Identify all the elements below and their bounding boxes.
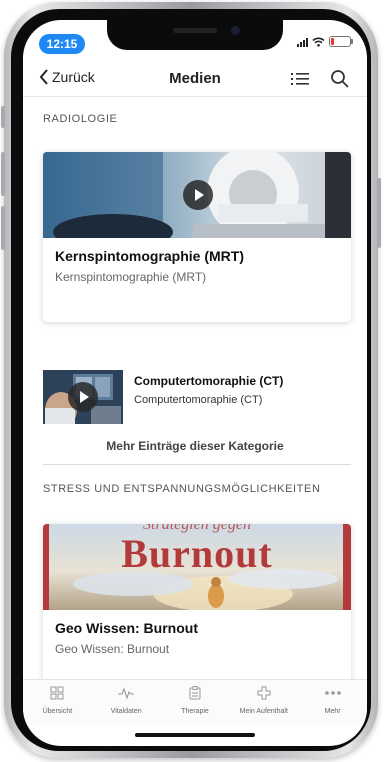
play-icon[interactable]: [68, 382, 98, 412]
tab-label: Vitaldaten: [110, 708, 142, 715]
volume-up-button: [1, 152, 5, 196]
section-title-stress: STRESS UND ENTSPANNUNGSMÖGLICHKEITEN: [43, 483, 321, 495]
page-title: Medien: [169, 70, 221, 87]
tab-label: Mehr: [324, 708, 341, 715]
tab-label: Therapie: [181, 708, 209, 715]
speaker-grille: [173, 28, 217, 33]
battery-icon: [329, 36, 353, 47]
card-subtitle: Kernspintomographie (MRT): [55, 270, 207, 284]
media-card-mrt[interactable]: Kernspintomographie (MRT) Kernspintomogr…: [43, 152, 351, 322]
list-icon[interactable]: [289, 68, 311, 90]
media-card-burnout[interactable]: Strategien gegen Burnout Geo Wissen: Bur…: [43, 524, 351, 679]
front-camera: [231, 26, 240, 35]
tab-my-stay[interactable]: Mein Aufenthalt: [229, 680, 298, 725]
wifi-icon: [312, 37, 325, 47]
signal-icon: [297, 37, 308, 47]
card-title: Kernspintomographie (MRT): [55, 248, 244, 264]
notch: [107, 20, 283, 50]
media-item-ct[interactable]: Computertomoraphie (CT) Computertomoraph…: [43, 370, 351, 424]
search-icon[interactable]: [329, 68, 351, 90]
medical-cross-icon: [257, 686, 271, 700]
play-icon[interactable]: [183, 180, 213, 210]
tab-label: Übersicht: [42, 708, 73, 715]
ct-thumbnail: [43, 370, 123, 424]
list-item-title: Computertomoraphie (CT): [134, 374, 284, 388]
tab-vitals[interactable]: Vitaldaten: [92, 680, 161, 725]
list-item-subtitle: Computertomoraphie (CT): [134, 394, 263, 406]
card-title: Geo Wissen: Burnout: [55, 620, 198, 636]
mrt-thumbnail: [43, 152, 351, 238]
volume-down-button: [1, 206, 5, 250]
status-time: 12:15: [39, 34, 85, 54]
tab-more[interactable]: Mehr: [298, 680, 367, 725]
burnout-thumbnail: Strategien gegen Burnout: [43, 524, 351, 610]
clipboard-icon: [189, 686, 201, 700]
media-list[interactable]: RADIOLOGIE Kernspintomographie (MRT) Ker…: [23, 97, 367, 679]
status-icons: [297, 36, 353, 47]
power-button: [377, 178, 381, 248]
tab-bar: Übersicht Vitaldaten Therapie Mein Aufen…: [23, 679, 367, 725]
more-dots-icon: [324, 691, 341, 695]
tab-label: Mein Aufenthalt: [239, 708, 288, 715]
navigation-bar: Zurück Medien: [23, 62, 367, 97]
image-text-burnout: Burnout: [121, 531, 273, 576]
phone-frame: 12:15 Zurück Medien RADIOLOGIE Kernspint…: [1, 2, 381, 758]
more-entries-link[interactable]: Mehr Einträge dieser Kategorie: [23, 439, 367, 453]
card-subtitle: Geo Wissen: Burnout: [55, 642, 170, 656]
home-indicator[interactable]: [135, 733, 255, 737]
grid-icon: [50, 686, 64, 700]
section-title-radiology: RADIOLOGIE: [43, 113, 118, 125]
section-divider: [43, 464, 351, 465]
tab-overview[interactable]: Übersicht: [23, 680, 92, 725]
pulse-icon: [118, 687, 135, 700]
silent-switch: [1, 106, 5, 128]
app-screen: 12:15 Zurück Medien RADIOLOGIE Kernspint…: [23, 20, 367, 746]
tab-therapy[interactable]: Therapie: [161, 680, 230, 725]
